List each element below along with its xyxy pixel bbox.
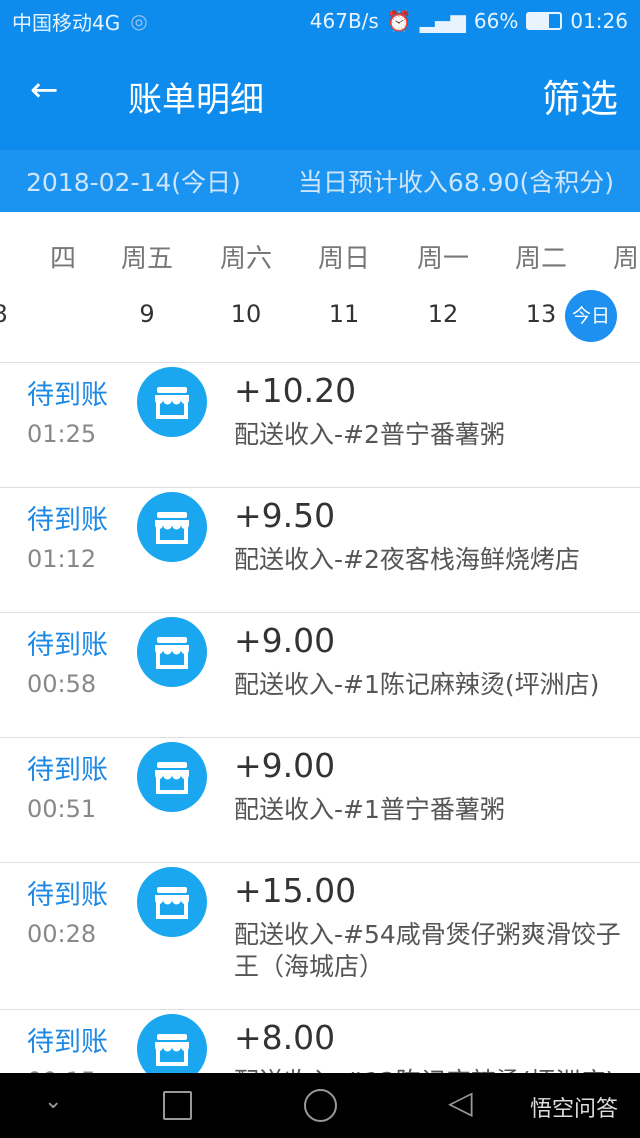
description: 配送收入-#12陈记麻辣烫(坪洲店) (234, 1066, 630, 1073)
day-number: 9 (139, 300, 155, 328)
amount: +9.50 (234, 496, 336, 535)
store-icon (137, 492, 207, 562)
transaction-list: 待到账 01:25 +10.20 配送收入-#2普宁番薯粥 待到账 01:12 +… (0, 363, 640, 1073)
day-name: 周五 (120, 244, 173, 274)
description: 配送收入-#1陈记麻辣烫(坪洲店) (234, 670, 600, 699)
system-nav-bar: ⌄ ◁ 悟空问答 (0, 1073, 640, 1138)
transaction-row[interactable]: 待到账 01:12 +9.50 配送收入-#2夜客栈海鲜烧烤店 (0, 488, 640, 613)
filter-button[interactable]: 筛选 (542, 68, 618, 123)
back-triangle-icon[interactable]: ◁ (448, 1083, 473, 1121)
description: 配送收入-#1普宁番薯粥 (234, 795, 505, 824)
current-date: 2018-02-14(今日) (26, 168, 241, 197)
day-name: 周日 (317, 244, 370, 274)
transaction-row[interactable]: 待到账 01:25 +10.20 配送收入-#2普宁番薯粥 (0, 363, 640, 488)
status-label: 待到账 (27, 755, 108, 786)
time: 00:51 (27, 795, 97, 823)
date-summary-bar: 2018-02-14(今日) 当日预计收入68.90(含积分) (0, 150, 640, 212)
alarm-icon: ⏰ (386, 9, 412, 33)
status-label: 待到账 (27, 880, 108, 911)
amount: +10.20 (234, 371, 357, 410)
collapse-icon[interactable]: ⌄ (44, 1089, 62, 1114)
battery-icon (526, 12, 563, 30)
carrier: 中国移动4G (12, 10, 121, 35)
day-number: 12 (427, 300, 459, 328)
amount: +15.00 (234, 871, 357, 910)
day-name: 周三 (612, 244, 640, 274)
amount: +8.00 (234, 1018, 336, 1057)
store-icon (137, 742, 207, 812)
description: 配送收入-#54咸骨煲仔粥爽滑饺子王（海城店） (234, 920, 621, 981)
status-label: 待到账 (27, 1027, 108, 1058)
battery-percent: 66% (473, 9, 519, 33)
transaction-row[interactable]: 待到账 00:28 +15.00 配送收入-#54咸骨煲仔粥爽滑饺子王（海城店） (0, 863, 640, 1010)
status-bar: 中国移动4G ◎ 467B/s ⏰ ▂▄▆ 66% 01:26 (0, 0, 640, 42)
time: 01:12 (27, 545, 97, 573)
transaction-row[interactable]: 待到账 00:58 +9.00 配送收入-#1陈记麻辣烫(坪洲店) (0, 613, 640, 738)
week-selector: 四8 周五9 周六10 周日11 周一12 周二13 周三今日 (0, 212, 640, 363)
day-name: 周六 (219, 244, 272, 274)
store-icon (137, 617, 207, 687)
back-arrow-icon[interactable]: ← (30, 70, 59, 110)
store-icon (137, 1014, 207, 1073)
description: 配送收入-#2普宁番薯粥 (234, 420, 505, 449)
transaction-row[interactable]: 待到账 00:51 +9.00 配送收入-#1普宁番薯粥 (0, 738, 640, 863)
amount: +9.00 (234, 746, 336, 785)
status-label: 待到账 (27, 380, 108, 411)
clock: 01:26 (570, 9, 628, 33)
status-label: 待到账 (27, 505, 108, 536)
store-icon (137, 367, 207, 437)
network-speed: 467B/s (309, 9, 379, 33)
amount: +9.00 (234, 621, 336, 660)
time: 00:28 (27, 920, 97, 948)
status-label: 待到账 (27, 630, 108, 661)
page-title: 账单明细 (128, 80, 264, 120)
location-icon: ◎ (130, 9, 148, 33)
store-icon (137, 867, 207, 937)
transaction-row[interactable]: 待到账 00:15 +8.00 配送收入-#12陈记麻辣烫(坪洲店) (0, 1010, 640, 1073)
time: 00:58 (27, 670, 97, 698)
description: 配送收入-#2夜客栈海鲜烧烤店 (234, 545, 580, 574)
watermark: 悟空问答 (530, 1097, 619, 1122)
signal-icon: ▂▄▆ (419, 9, 466, 33)
day-number: 8 (0, 300, 49, 328)
recent-apps-icon[interactable] (163, 1091, 192, 1120)
app-header: ← 账单明细 筛选 (0, 42, 640, 150)
day-name: 周二 (514, 244, 567, 274)
day-number: 10 (230, 300, 262, 328)
day-number: 11 (328, 300, 360, 328)
today-badge: 今日 (565, 290, 617, 342)
day-name: 周一 (416, 244, 469, 274)
home-icon[interactable] (304, 1089, 337, 1122)
time: 01:25 (27, 420, 97, 448)
daily-income-summary: 当日预计收入68.90(含积分) (297, 168, 614, 197)
